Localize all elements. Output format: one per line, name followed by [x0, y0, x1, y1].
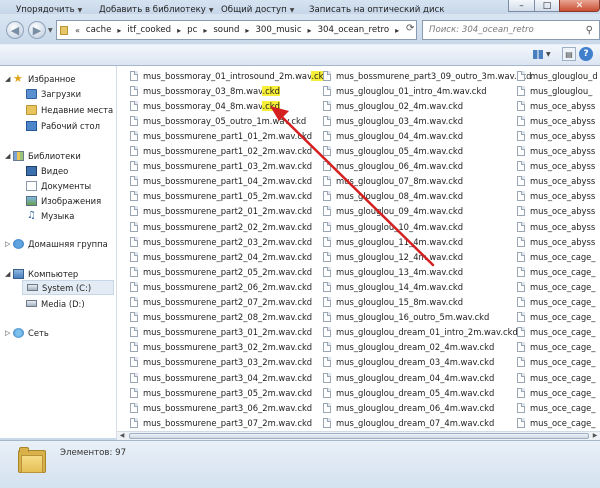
arrow-head [270, 106, 289, 121]
scroll-right-icon[interactable]: ▶ [590, 432, 600, 440]
scroll-left-icon[interactable]: ◀ [117, 432, 127, 440]
arrow-shaft [281, 116, 435, 267]
scrollbar-thumb[interactable] [129, 433, 589, 439]
annotation-arrow [270, 106, 435, 267]
horizontal-scrollbar[interactable]: ◀ ▶ [117, 431, 600, 440]
folder-icon [18, 447, 46, 473]
item-count: Элементов: 97 [60, 448, 127, 458]
